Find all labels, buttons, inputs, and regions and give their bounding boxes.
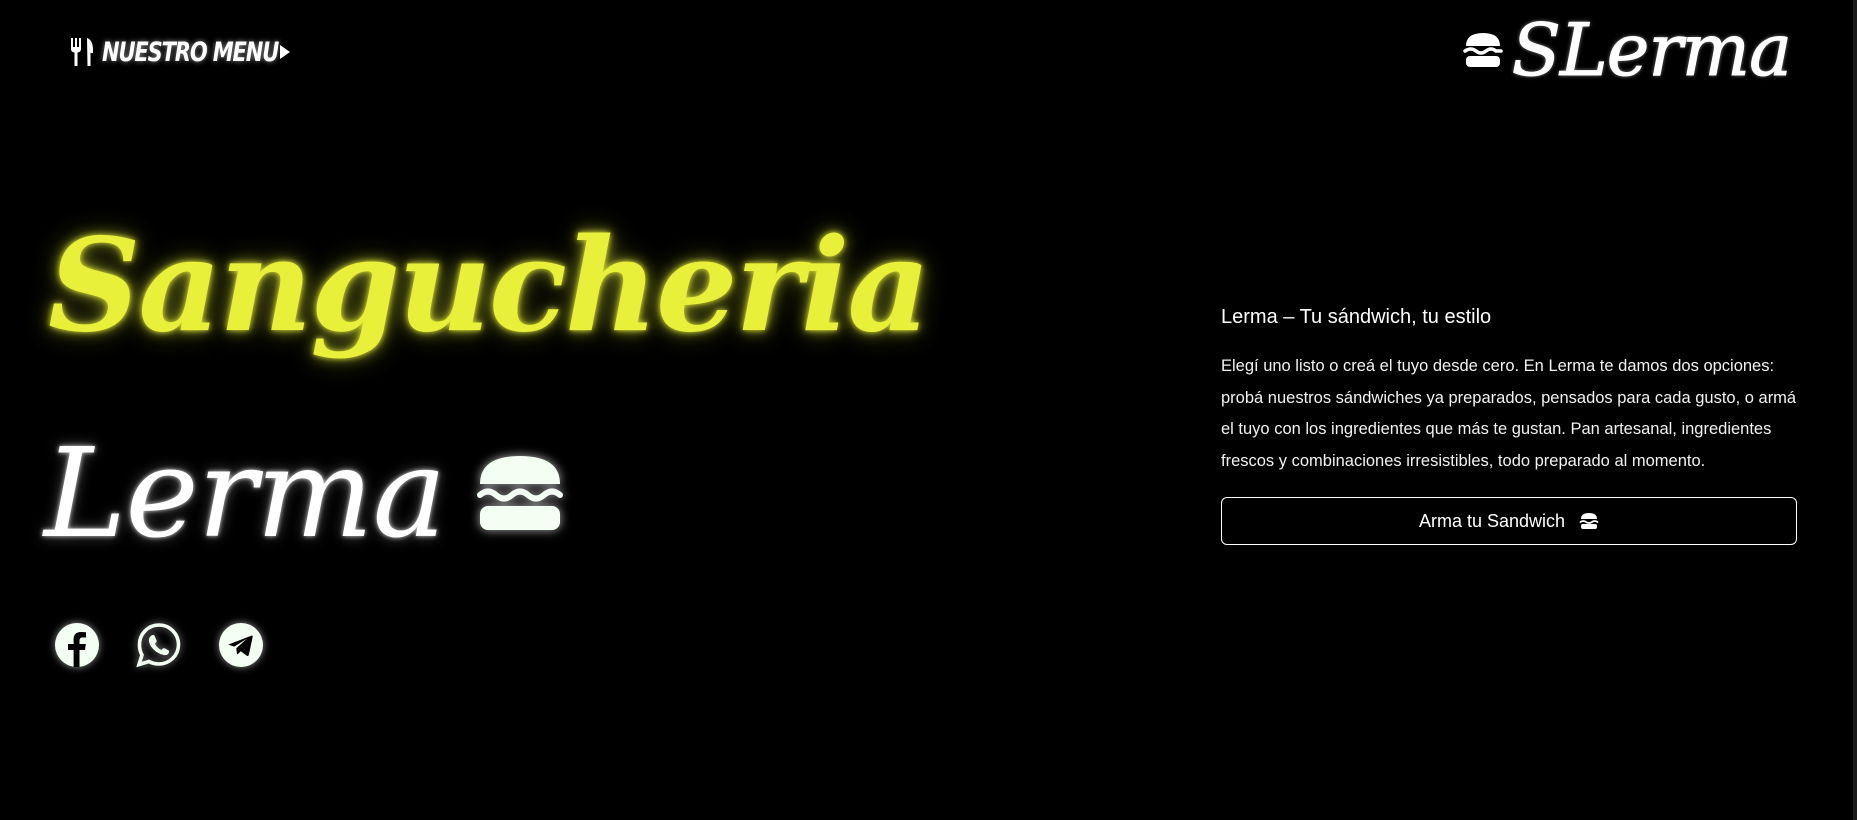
- facebook-icon[interactable]: [54, 622, 100, 668]
- brand-name: SLerma: [1511, 8, 1792, 92]
- caret-right-icon: [279, 45, 290, 59]
- cutlery-icon: [71, 38, 93, 66]
- burger-icon: [1579, 513, 1599, 529]
- menu-label: NUESTRO MENU: [102, 36, 279, 68]
- social-links: [54, 622, 264, 668]
- menu-link[interactable]: NUESTRO MENU: [68, 36, 292, 68]
- burger-icon: [1462, 33, 1503, 67]
- build-sandwich-button[interactable]: Arma tu Sandwich: [1221, 497, 1797, 545]
- scrollbar-edge[interactable]: [1853, 0, 1857, 820]
- intro-section: Lerma – Tu sándwich, tu estilo Elegí uno…: [1221, 306, 1797, 545]
- hero-title-line2: Lerma: [44, 432, 566, 556]
- hero-title-line1: Sangucheria: [48, 211, 930, 361]
- intro-subtitle: Lerma – Tu sándwich, tu estilo: [1221, 306, 1492, 328]
- brand-logo[interactable]: SLerma: [1462, 8, 1793, 92]
- intro-description: Elegí uno listo o creá el tuyo desde cer…: [1221, 357, 1797, 470]
- hero-title-lerma: Lerma: [44, 422, 447, 566]
- telegram-icon[interactable]: [218, 622, 264, 668]
- burger-icon: [476, 456, 563, 530]
- whatsapp-icon[interactable]: [136, 622, 182, 668]
- build-sandwich-label: Arma tu Sandwich: [1418, 510, 1566, 531]
